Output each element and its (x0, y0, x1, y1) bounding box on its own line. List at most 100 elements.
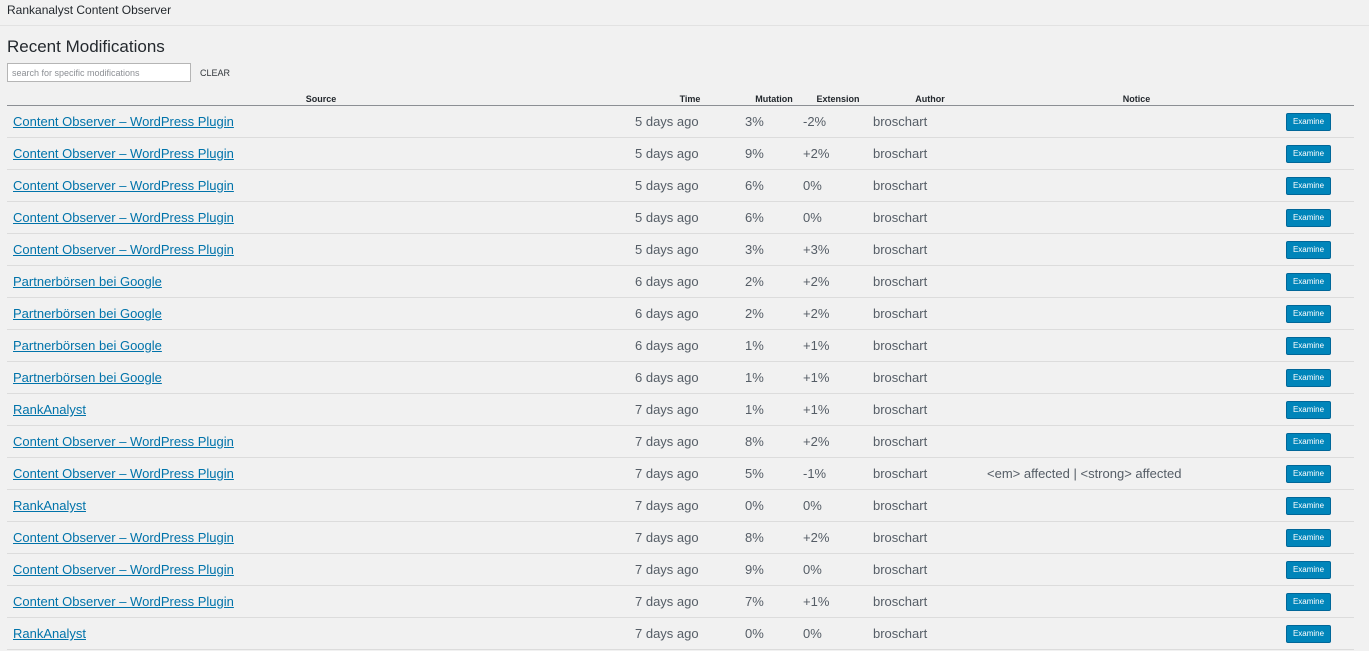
source-link[interactable]: RankAnalyst (7, 498, 86, 513)
source-link[interactable]: Content Observer – WordPress Plugin (7, 594, 234, 609)
header-notice: Notice (987, 93, 1286, 106)
action-cell: Examine (1286, 489, 1354, 522)
source-link[interactable]: Content Observer – WordPress Plugin (7, 210, 234, 225)
examine-button[interactable]: Examine (1286, 528, 1331, 547)
time-cell: 6 days ago (635, 329, 745, 362)
examine-button[interactable]: Examine (1286, 144, 1331, 163)
author-cell: broschart (873, 361, 987, 394)
table-row: Content Observer – WordPress Plugin 5 day… (7, 233, 1354, 266)
table-header: Source Time Mutation Extension Author No… (7, 93, 1354, 106)
extension-cell: 0% (803, 489, 873, 522)
source-link[interactable]: Content Observer – WordPress Plugin (7, 434, 234, 449)
modifications-table: Source Time Mutation Extension Author No… (7, 93, 1354, 650)
source-link[interactable]: Content Observer – WordPress Plugin (7, 466, 234, 481)
examine-button[interactable]: Examine (1286, 208, 1331, 227)
mutation-cell: 8% (745, 425, 803, 458)
examine-button[interactable]: Examine (1286, 496, 1331, 515)
extension-cell: +1% (803, 585, 873, 618)
source-link[interactable]: Partnerbörsen bei Google (7, 306, 162, 321)
mutation-cell: 5% (745, 457, 803, 490)
source-cell: Partnerbörsen bei Google (7, 265, 635, 298)
examine-button[interactable]: Examine (1286, 592, 1331, 611)
examine-button[interactable]: Examine (1286, 400, 1331, 419)
source-cell: RankAnalyst (7, 617, 635, 650)
notice-cell (987, 137, 1286, 170)
search-row: CLEAR (7, 63, 230, 82)
examine-button[interactable]: Examine (1286, 240, 1331, 259)
mutation-cell: 9% (745, 137, 803, 170)
notice-cell (987, 233, 1286, 266)
extension-cell: +1% (803, 393, 873, 426)
source-cell: RankAnalyst (7, 489, 635, 522)
action-cell: Examine (1286, 425, 1354, 458)
source-cell: Content Observer – WordPress Plugin (7, 457, 635, 490)
source-link[interactable]: Content Observer – WordPress Plugin (7, 530, 234, 545)
examine-button[interactable]: Examine (1286, 304, 1331, 323)
time-cell: 5 days ago (635, 137, 745, 170)
mutation-cell: 0% (745, 489, 803, 522)
source-link[interactable]: Partnerbörsen bei Google (7, 338, 162, 353)
action-cell: Examine (1286, 265, 1354, 298)
examine-button[interactable]: Examine (1286, 432, 1331, 451)
time-cell: 7 days ago (635, 457, 745, 490)
author-cell: broschart (873, 137, 987, 170)
author-cell: broschart (873, 425, 987, 458)
mutation-cell: 7% (745, 585, 803, 618)
table-row: Content Observer – WordPress Plugin 7 day… (7, 585, 1354, 618)
source-link[interactable]: Content Observer – WordPress Plugin (7, 146, 234, 161)
examine-button[interactable]: Examine (1286, 624, 1331, 643)
table-body: Content Observer – WordPress Plugin 5 day… (7, 105, 1354, 650)
notice-cell (987, 361, 1286, 394)
notice-cell (987, 297, 1286, 330)
source-link[interactable]: RankAnalyst (7, 626, 86, 641)
table-row: Content Observer – WordPress Plugin 5 day… (7, 105, 1354, 138)
time-cell: 5 days ago (635, 105, 745, 138)
source-link[interactable]: Content Observer – WordPress Plugin (7, 242, 234, 257)
examine-button[interactable]: Examine (1286, 464, 1331, 483)
clear-button[interactable]: CLEAR (200, 68, 230, 78)
author-cell: broschart (873, 457, 987, 490)
time-cell: 6 days ago (635, 265, 745, 298)
examine-button[interactable]: Examine (1286, 336, 1331, 355)
author-cell: broschart (873, 169, 987, 202)
notice-cell (987, 425, 1286, 458)
header-action (1286, 93, 1354, 106)
notice-cell (987, 585, 1286, 618)
table-row: RankAnalyst 7 days ago 0% 0% broschart Examin… (7, 617, 1354, 650)
mutation-cell: 6% (745, 169, 803, 202)
author-cell: broschart (873, 329, 987, 362)
action-cell: Examine (1286, 617, 1354, 650)
author-cell: broschart (873, 233, 987, 266)
table-row: RankAnalyst 7 days ago 0% 0% broschart Examin… (7, 489, 1354, 522)
examine-button[interactable]: Examine (1286, 112, 1331, 131)
header-source: Source (7, 93, 635, 106)
author-cell: broschart (873, 617, 987, 650)
source-link[interactable]: Content Observer – WordPress Plugin (7, 114, 234, 129)
source-link[interactable]: Partnerbörsen bei Google (7, 370, 162, 385)
source-cell: Content Observer – WordPress Plugin (7, 105, 635, 138)
action-cell: Examine (1286, 521, 1354, 554)
source-link[interactable]: Partnerbörsen bei Google (7, 274, 162, 289)
source-link[interactable]: Content Observer – WordPress Plugin (7, 178, 234, 193)
source-cell: Partnerbörsen bei Google (7, 361, 635, 394)
time-cell: 7 days ago (635, 393, 745, 426)
time-cell: 6 days ago (635, 297, 745, 330)
extension-cell: -1% (803, 457, 873, 490)
table-row: Content Observer – WordPress Plugin 5 day… (7, 169, 1354, 202)
extension-cell: 0% (803, 169, 873, 202)
extension-cell: +2% (803, 521, 873, 554)
notice-cell (987, 553, 1286, 586)
notice-cell (987, 169, 1286, 202)
examine-button[interactable]: Examine (1286, 368, 1331, 387)
table-row: Content Observer – WordPress Plugin 5 day… (7, 201, 1354, 234)
search-input[interactable] (7, 63, 191, 82)
table-row: Content Observer – WordPress Plugin 7 day… (7, 553, 1354, 586)
examine-button[interactable]: Examine (1286, 176, 1331, 195)
source-link[interactable]: Content Observer – WordPress Plugin (7, 562, 234, 577)
mutation-cell: 6% (745, 201, 803, 234)
header-time: Time (635, 93, 745, 106)
examine-button[interactable]: Examine (1286, 560, 1331, 579)
extension-cell: +3% (803, 233, 873, 266)
source-link[interactable]: RankAnalyst (7, 402, 86, 417)
examine-button[interactable]: Examine (1286, 272, 1331, 291)
